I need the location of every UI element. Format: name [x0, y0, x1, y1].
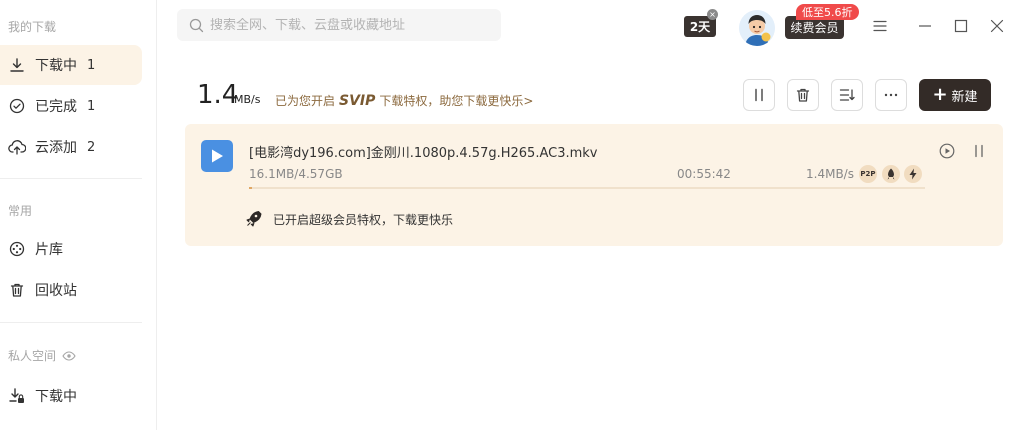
new-task-label: 新建	[951, 89, 978, 105]
sidebar: 我的下载 下载中 1 已完成 1 云添加 2 常用 片库 回收站 私人空间 下载…	[0, 0, 157, 430]
p2p-badge: P2P	[859, 165, 877, 183]
download-icon	[8, 56, 26, 74]
sidebar-item-private-downloading[interactable]: 下载中	[0, 376, 142, 416]
rocket-icon	[245, 210, 263, 228]
section-title-private-label: 私人空间	[8, 349, 57, 363]
cloud-upload-icon	[8, 138, 26, 156]
delete-button[interactable]	[787, 79, 819, 111]
sort-icon	[839, 88, 855, 102]
sidebar-item-count: 1	[87, 57, 96, 73]
section-title-common: 常用	[8, 204, 33, 218]
menu-icon[interactable]	[870, 16, 890, 36]
lightning-icon	[904, 165, 922, 183]
more-icon	[883, 93, 899, 97]
sidebar-item-label: 下载中	[35, 58, 77, 74]
sort-button[interactable]	[831, 79, 863, 111]
svip-privilege-link[interactable]: 已为您开启 SVIP 下载特权，助您下载更快乐>	[275, 92, 533, 109]
section-title-private-space: 私人空间	[8, 347, 76, 364]
sidebar-item-downloading[interactable]: 下载中 1	[0, 45, 142, 85]
task-filename: [电影湾dy196.com]金刚川.1080p.4.57g.H265.AC3.m…	[249, 146, 598, 161]
avatar[interactable]	[739, 10, 775, 46]
pause-icon	[753, 88, 765, 102]
sidebar-item-count: 2	[87, 139, 96, 155]
pause-all-button[interactable]	[743, 79, 775, 111]
task-pause-button[interactable]	[970, 142, 988, 160]
play-circle-icon	[939, 143, 955, 159]
sidebar-item-label: 已完成	[35, 99, 77, 115]
svip-prefix: 已为您开启	[275, 94, 336, 108]
sidebar-item-label: 下载中	[35, 389, 77, 405]
close-window-icon[interactable]	[987, 16, 1007, 36]
sidebar-item-label: 片库	[35, 242, 63, 258]
sidebar-divider	[0, 322, 142, 323]
total-speed-unit: MB/s	[234, 93, 261, 106]
minimize-icon[interactable]	[915, 16, 935, 36]
eye-icon[interactable]	[62, 350, 76, 361]
discount-badge: 低至5.6折	[796, 4, 859, 20]
sidebar-item-recycle-bin[interactable]: 回收站	[0, 270, 142, 310]
search-input[interactable]	[210, 17, 480, 33]
sidebar-item-cloud-add[interactable]: 云添加 2	[0, 127, 142, 167]
maximize-icon[interactable]	[951, 16, 971, 36]
task-speed: 1.4MB/s	[806, 167, 854, 181]
section-title-my-downloads: 我的下载	[8, 20, 57, 34]
sidebar-divider	[0, 178, 142, 179]
search-bar[interactable]	[177, 9, 501, 41]
task-play-button[interactable]	[938, 142, 956, 160]
trash-icon	[795, 87, 811, 103]
download-lock-icon	[8, 387, 26, 405]
sidebar-item-completed[interactable]: 已完成 1	[0, 86, 142, 126]
total-speed-value: 1.4	[197, 80, 239, 110]
video-file-icon	[201, 140, 233, 172]
sidebar-item-label: 回收站	[35, 283, 77, 299]
svip-label: SVIP	[339, 92, 376, 109]
pause-icon	[973, 144, 985, 158]
task-size: 16.1MB/4.57GB	[249, 167, 343, 181]
task-promo-text: 已开启超级会员特权，下载更快乐	[273, 212, 454, 227]
sidebar-item-label: 云添加	[35, 140, 77, 156]
task-vip-promo: 已开启超级会员特权，下载更快乐	[245, 210, 453, 228]
task-remaining-time: 00:55:42	[677, 167, 731, 181]
app-window: 我的下载 下载中 1 已完成 1 云添加 2 常用 片库 回收站 私人空间 下载…	[0, 0, 1020, 430]
search-icon	[189, 18, 204, 33]
film-reel-icon	[8, 240, 26, 258]
task-progress-bar	[249, 187, 925, 189]
check-circle-icon	[8, 97, 26, 115]
sidebar-item-count: 1	[87, 98, 96, 114]
task-progress-fill	[249, 187, 252, 189]
download-task-row[interactable]: [电影湾dy196.com]金刚川.1080p.4.57g.H265.AC3.m…	[185, 124, 1003, 246]
plus-icon: +	[932, 84, 948, 105]
more-button[interactable]	[875, 79, 907, 111]
new-task-button[interactable]: + 新建	[919, 79, 991, 111]
rocket-icon	[882, 165, 900, 183]
sidebar-item-library[interactable]: 片库	[0, 229, 142, 269]
trash-icon	[8, 281, 26, 299]
close-icon[interactable]: ×	[707, 9, 718, 20]
svip-suffix: 下载特权，助您下载更快乐>	[379, 94, 534, 108]
